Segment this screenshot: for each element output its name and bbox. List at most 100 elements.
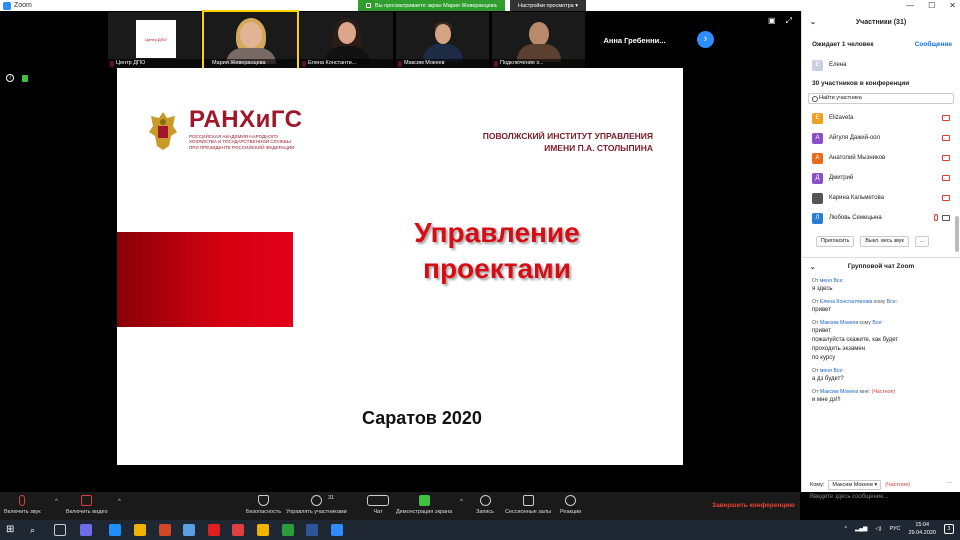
sender-name: Елена Константинова: [819, 299, 873, 305]
brand-title: РАНХиГС: [189, 106, 303, 133]
end-meeting-button[interactable]: Завершить конференцию: [712, 502, 795, 509]
task-view-icon[interactable]: [54, 524, 66, 536]
participant-name: Максим Мокеев: [396, 59, 489, 68]
participant-row[interactable]: Д Дмитрий: [802, 168, 960, 188]
video-options-chevron-icon[interactable]: ^: [118, 499, 121, 505]
audio-options-chevron-icon[interactable]: ^: [55, 499, 58, 505]
participant-row[interactable]: Карина Кальметова: [802, 188, 960, 208]
message-meta: От Максим Мокеев кому Все:: [812, 320, 883, 326]
edge-browser-icon[interactable]: [109, 524, 121, 536]
participant-name: Центр ДПО: [108, 59, 201, 68]
system-tray: ^ ▂▄▆ ◁) РУС 15:04 29.04.2020 3: [844, 521, 954, 537]
video-tile-active-speaker[interactable]: Мария Жеверанцева: [202, 10, 299, 70]
participants-count: 31: [328, 495, 335, 501]
input-language[interactable]: РУС: [889, 526, 900, 532]
file-explorer-icon[interactable]: [134, 524, 146, 536]
reactions-icon: [565, 495, 577, 506]
maximize-button[interactable]: ☐: [928, 0, 935, 11]
unmute-button[interactable]: Включить звук: [4, 495, 41, 515]
fullscreen-icon[interactable]: ⤢: [786, 16, 792, 26]
meeting-toolbar: Включить звук ^ Включить видео ^ Безопас…: [0, 492, 800, 520]
chat-more-button[interactable]: ···: [946, 480, 952, 486]
slide-city-year: Саратов 2020: [362, 408, 482, 428]
close-button[interactable]: ✕: [949, 0, 956, 11]
record-button[interactable]: Запись: [476, 495, 494, 515]
participant-list-scrollbar[interactable]: [955, 216, 959, 252]
security-label: Безопасность: [246, 509, 282, 515]
reactions-label: Реакции: [560, 509, 582, 515]
encryption-lock-icon[interactable]: [22, 75, 28, 82]
video-tile[interactable]: Анна Гребенни...: [588, 12, 681, 68]
avatar: E: [812, 112, 823, 124]
participant-list: E Elizaveta А Айгуля Дажий-оол А Анатоли…: [802, 108, 960, 228]
video-tile[interactable]: Елена Константи...: [300, 12, 393, 68]
chat-message: От меня Все: я здесь: [812, 277, 950, 294]
mute-all-button[interactable]: Выкл. весь звук: [860, 236, 909, 247]
network-icon[interactable]: ▂▄▆: [855, 526, 867, 532]
share-options-chevron-icon[interactable]: ^: [460, 499, 463, 505]
office-icon[interactable]: [159, 524, 171, 536]
recipient-name: Все: [886, 299, 896, 305]
participant-row[interactable]: E Elizaveta: [802, 108, 960, 128]
collapse-chevron-icon[interactable]: ⌄: [810, 263, 815, 271]
zoom-window: Zoom — ☐ ✕ Вы просматриваете экран Мария…: [0, 0, 960, 540]
mail-icon[interactable]: [183, 524, 195, 536]
reactions-button[interactable]: Реакции: [560, 495, 581, 515]
message-all-link[interactable]: Сообщение: [915, 41, 952, 48]
share-screen-label: Демонстрация экрана: [396, 509, 453, 515]
participant-video: [528, 22, 549, 46]
notifications-icon[interactable]: 3: [944, 524, 954, 534]
participant-row[interactable]: Л Любовь Семецына: [802, 208, 960, 228]
yandex-icon[interactable]: [208, 524, 220, 536]
chrome-icon[interactable]: [282, 524, 294, 536]
store-icon[interactable]: [257, 524, 269, 536]
video-off-icon: [942, 175, 950, 181]
video-tile[interactable]: Максим Мокеев: [396, 12, 489, 68]
info-icon[interactable]: i: [6, 74, 14, 82]
clock-time: 15:04: [915, 522, 930, 528]
word-icon[interactable]: [306, 524, 318, 536]
tray-chevron-icon[interactable]: ^: [844, 526, 847, 532]
clock[interactable]: 15:04 29.04.2020: [908, 521, 936, 537]
start-video-button[interactable]: Включить видео: [66, 495, 108, 515]
yandex-browser-icon[interactable]: [232, 524, 244, 536]
video-off-icon: [942, 155, 950, 161]
start-menu-icon[interactable]: ⊞: [6, 524, 18, 536]
invite-button[interactable]: Пригласить: [816, 236, 855, 247]
chat-message: От Максим Мокеев кому Все: привет пожалу…: [812, 319, 950, 363]
volume-icon[interactable]: ◁): [875, 526, 881, 532]
participant-name: Любовь Семецына: [829, 215, 882, 221]
next-page-button[interactable]: ›: [697, 31, 714, 48]
video-on-icon: [942, 215, 950, 221]
participant-row[interactable]: А Анатолий Мызников: [802, 148, 960, 168]
unmute-label: Включить звук: [4, 509, 41, 515]
waiting-user-row[interactable]: Е Елена: [802, 55, 960, 75]
participants-button[interactable]: Управлять участниками: [286, 495, 347, 515]
zoom-app-icon[interactable]: [331, 524, 343, 536]
video-tile[interactable]: Центр ДПО Центр ДПО: [108, 12, 201, 68]
message-text: привет пожалуйста скажите, как будет про…: [812, 328, 899, 361]
participant-name: Карина Кальметова: [829, 195, 885, 201]
decorative-red-bar: [117, 232, 293, 327]
breakout-rooms-button[interactable]: Сессионные залы: [505, 495, 551, 515]
slide-title-line-2: проектами: [423, 253, 571, 284]
more-options-button[interactable]: ...: [914, 236, 930, 247]
minimize-button[interactable]: —: [906, 0, 914, 11]
message-meta: От меня Все:: [812, 368, 844, 374]
chat-message: От Елена Константинова кому Все: привет: [812, 298, 950, 315]
share-screen-button[interactable]: Демонстрация экрана: [396, 495, 452, 515]
recipient-select[interactable]: Максим Мокеев ▾: [828, 480, 882, 490]
chat-button[interactable]: Чат: [367, 495, 389, 515]
security-button[interactable]: Безопасность: [246, 495, 281, 515]
collapse-chevron-icon[interactable]: ⌄: [810, 18, 816, 26]
video-tile[interactable]: Подключение з...: [492, 12, 585, 68]
message-text: а дз будет?: [812, 376, 844, 382]
search-icon[interactable]: ⌕: [30, 524, 42, 536]
participant-row[interactable]: А Айгуля Дажий-оол: [802, 128, 960, 148]
message-text: я здесь: [812, 286, 833, 292]
gallery-view-icon[interactable]: ▣: [768, 16, 776, 26]
chat-input[interactable]: Введите здесь сообщение...: [810, 494, 889, 500]
cortana-icon[interactable]: [80, 524, 92, 536]
participant-search-input[interactable]: Найти участника: [808, 93, 954, 104]
view-options-button[interactable]: Настройки просмотра ▾: [510, 0, 586, 11]
